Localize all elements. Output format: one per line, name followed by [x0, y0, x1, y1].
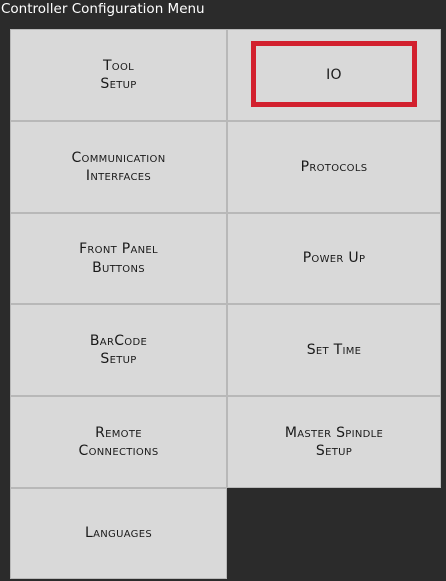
languages-label: Languages	[85, 525, 152, 542]
remote-connections-label: Remote Connections	[78, 424, 159, 459]
communication-interfaces-label: Communication Interfaces	[71, 149, 166, 184]
remote-connections-button[interactable]: Remote Connections	[10, 396, 227, 488]
protocols-button[interactable]: Protocols	[227, 121, 441, 213]
configuration-window: Controller Configuration Menu Tool Setup…	[0, 0, 446, 581]
tool-setup-label: Tool Setup	[100, 57, 137, 92]
communication-interfaces-button[interactable]: Communication Interfaces	[10, 121, 227, 213]
power-up-button[interactable]: Power Up	[227, 213, 441, 304]
barcode-setup-button[interactable]: BarCode Setup	[10, 304, 227, 396]
power-up-label: Power Up	[302, 250, 366, 267]
io-button[interactable]: IO	[227, 29, 441, 121]
barcode-setup-label: BarCode Setup	[89, 332, 148, 367]
menu-grid: Tool Setup IO Communication Interfaces P…	[10, 29, 441, 579]
master-spindle-setup-button[interactable]: Master Spindle Setup	[227, 396, 441, 488]
languages-button[interactable]: Languages	[10, 488, 227, 579]
window-title: Controller Configuration Menu	[0, 0, 446, 19]
empty-grid-cell	[227, 488, 441, 579]
set-time-label: Set Time	[306, 341, 362, 358]
protocols-label: Protocols	[300, 158, 368, 175]
io-label: IO	[326, 66, 342, 83]
set-time-button[interactable]: Set Time	[227, 304, 441, 396]
tool-setup-button[interactable]: Tool Setup	[10, 29, 227, 121]
front-panel-buttons-button[interactable]: Front Panel Buttons	[10, 213, 227, 304]
front-panel-buttons-label: Front Panel Buttons	[79, 241, 158, 276]
master-spindle-setup-label: Master Spindle Setup	[284, 424, 384, 459]
